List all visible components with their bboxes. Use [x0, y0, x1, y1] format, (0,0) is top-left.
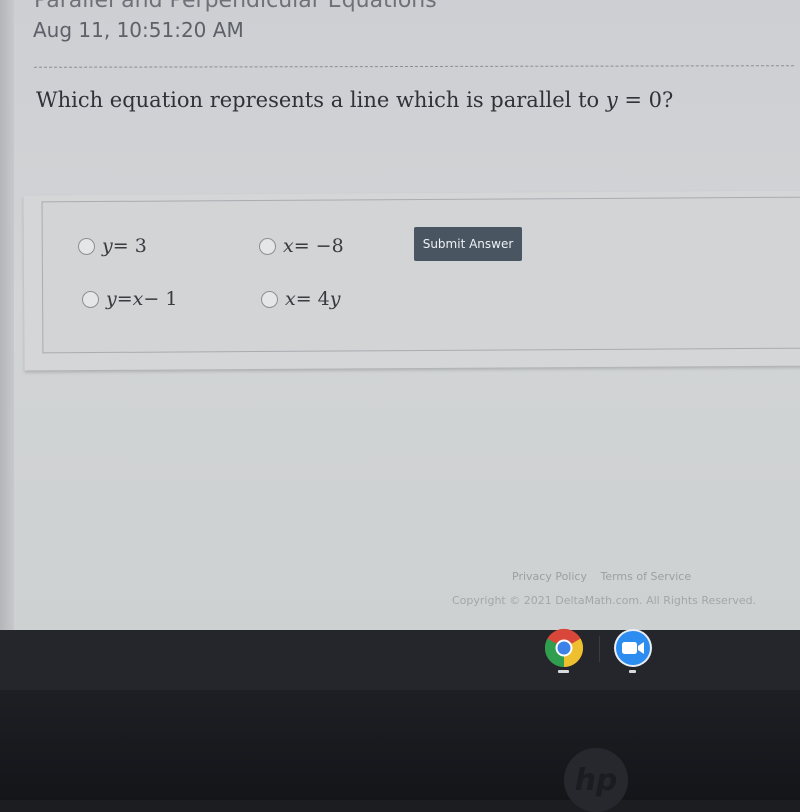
copyright-text: Copyright © 2021 DeltaMath.com. All Righ…: [452, 594, 757, 607]
question-suffix: ?: [662, 88, 674, 112]
choice-rhs-var: x: [132, 288, 144, 310]
radio-button[interactable]: [261, 290, 278, 308]
chrome-icon[interactable]: [544, 628, 584, 668]
assignment-title: Parallel and Perpendicular Equations: [34, 0, 437, 13]
choice-y-equals-x-minus-1[interactable]: y = x − 1: [82, 288, 177, 310]
radio-button[interactable]: [259, 237, 276, 255]
choice-x-equals-minus-8[interactable]: x = −8: [259, 235, 344, 257]
chromeos-shelf: [0, 630, 800, 690]
chrome-open-indicator: [558, 670, 569, 673]
choice-rhs-end: − 1: [143, 288, 178, 310]
zoom-open-indicator: [629, 670, 636, 673]
radio-button[interactable]: [82, 290, 99, 308]
choice-lhs: x: [283, 235, 294, 257]
question-prefix: Which equation represents a line which i…: [36, 88, 606, 112]
footer-links: Privacy Policy Terms of Service: [512, 570, 701, 583]
answer-card: [23, 190, 800, 371]
choice-y-equals-3[interactable]: y = 3: [78, 235, 147, 257]
window-left-edge: [0, 0, 14, 632]
zoom-icon[interactable]: [613, 628, 653, 668]
hp-logo: hp: [564, 748, 628, 812]
shelf-separator: [599, 636, 600, 662]
question-math-var: y: [605, 88, 618, 112]
choice-rhs: = 3: [112, 235, 147, 257]
choice-x-equals-4y[interactable]: x = 4y: [261, 288, 341, 310]
choice-rhs: = −8: [293, 235, 344, 257]
submit-answer-button[interactable]: Submit Answer: [414, 227, 522, 261]
laptop-bezel: [0, 690, 800, 800]
choice-lhs: y: [102, 235, 113, 257]
answer-card-inner: [41, 196, 800, 354]
timestamp: Aug 11, 10:51:20 AM: [33, 18, 244, 42]
radio-button[interactable]: [78, 237, 95, 255]
choice-lhs: y: [106, 288, 117, 310]
choice-lhs: x: [285, 288, 296, 310]
terms-of-service-link[interactable]: Terms of Service: [600, 570, 691, 583]
question-math-rest: = 0: [617, 88, 663, 112]
choice-rhs-mid: =: [116, 288, 133, 310]
question-text: Which equation represents a line which i…: [36, 88, 673, 112]
privacy-policy-link[interactable]: Privacy Policy: [512, 570, 587, 583]
choice-rhs-mid: = 4: [295, 288, 330, 310]
choice-rhs-var: y: [329, 288, 341, 310]
screen: Parallel and Perpendicular Equations Aug…: [0, 0, 800, 632]
